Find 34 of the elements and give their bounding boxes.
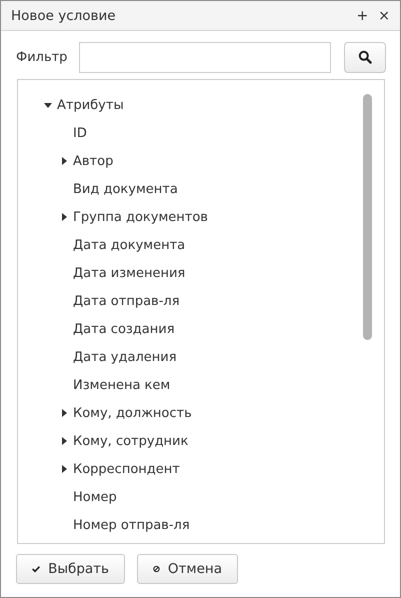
search-button[interactable]: [344, 42, 386, 72]
search-icon: [358, 50, 372, 64]
tree-item[interactable]: Группа документов: [73, 210, 208, 224]
tree-item[interactable]: Вид документа: [73, 182, 178, 196]
scrollbar[interactable]: [363, 94, 372, 340]
maximize-button[interactable]: +: [354, 8, 370, 24]
window-title: Новое условие: [11, 8, 116, 24]
tree-item[interactable]: Дата документа: [73, 238, 186, 252]
filter-label: Фильтр: [16, 50, 68, 64]
tree-item[interactable]: Номер отправ-ля: [73, 518, 190, 532]
caret-right-icon[interactable]: [60, 409, 68, 417]
caret-down-icon[interactable]: [44, 101, 52, 109]
cancel-icon: [153, 563, 160, 575]
tree-item[interactable]: Автор: [73, 154, 114, 168]
caret-right-icon[interactable]: [60, 437, 68, 445]
caret-right-icon[interactable]: [60, 157, 68, 165]
tree-item[interactable]: Дата удаления: [73, 350, 177, 364]
tree-item[interactable]: Корреспондент: [73, 462, 180, 476]
tree-item[interactable]: Дата изменения: [73, 266, 186, 280]
caret-right-icon[interactable]: [60, 465, 68, 473]
tree-item[interactable]: Изменена кем: [73, 378, 170, 392]
tree-item[interactable]: Номер: [73, 490, 117, 504]
tree-item[interactable]: Кому, должность: [73, 406, 192, 420]
tree-item[interactable]: Кому, сотрудник: [73, 434, 188, 448]
tree-item[interactable]: Атрибуты: [57, 98, 124, 112]
caret-right-icon[interactable]: [60, 213, 68, 221]
tree-item[interactable]: Дата отправ-ля: [73, 294, 180, 308]
checkmark-icon: [32, 564, 40, 574]
tree-item[interactable]: Дата создания: [73, 322, 175, 336]
select-button[interactable]: Выбрать: [16, 554, 125, 584]
filter-field[interactable]: [79, 42, 331, 72]
cancel-button[interactable]: Отмена: [137, 554, 238, 584]
tree-item[interactable]: ID: [73, 126, 87, 140]
close-button[interactable]: ×: [376, 8, 392, 24]
